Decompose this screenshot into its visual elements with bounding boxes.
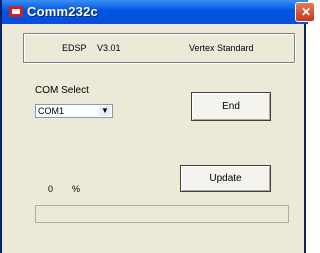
info-panel: EDSP V3.01 Vertex Standard xyxy=(23,33,295,63)
progress-bar xyxy=(35,205,289,223)
app-icon xyxy=(9,6,23,17)
chevron-down-icon[interactable]: ▼ xyxy=(99,106,111,116)
app-window: Comm232c ✕ EDSP V3.01 Vertex Standard CO… xyxy=(0,0,315,253)
version-label: V3.01 xyxy=(97,43,121,53)
percent-sign: % xyxy=(72,184,81,194)
vendor-label: Vertex Standard xyxy=(189,43,254,53)
end-button-label: End xyxy=(222,101,240,112)
com-port-select[interactable]: COM1 ▼ xyxy=(35,104,113,118)
com-select-label: COM Select xyxy=(35,85,89,96)
product-name: EDSP xyxy=(62,43,87,53)
window-title: Comm232c xyxy=(27,4,98,19)
title-bar[interactable]: Comm232c ✕ xyxy=(2,0,315,24)
update-button-label: Update xyxy=(209,173,242,184)
progress-percent: 0 xyxy=(48,184,54,194)
close-button[interactable]: ✕ xyxy=(295,2,315,22)
com-port-value: COM1 xyxy=(38,106,65,116)
end-button[interactable]: End xyxy=(191,92,271,121)
update-button[interactable]: Update xyxy=(180,165,271,192)
